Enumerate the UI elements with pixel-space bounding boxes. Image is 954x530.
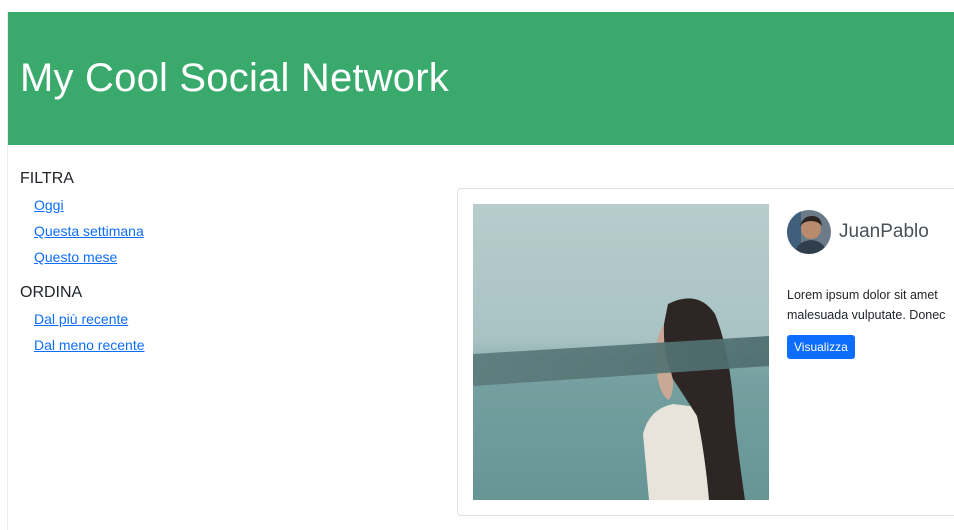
filter-heading: FILTRA — [20, 170, 74, 187]
post-photo — [473, 204, 769, 500]
post-text: Lorem ipsum dolor sit amet malesuada vul… — [787, 285, 954, 325]
view-button[interactable]: Visualizza — [787, 335, 855, 359]
post-author: JuanPablo — [787, 209, 954, 255]
sidebar: FILTRA Oggi Questa settimana Questo mese… — [20, 170, 320, 372]
post-image — [473, 204, 769, 500]
filter-item: Oggi — [34, 192, 320, 218]
sort-list: Dal più recente Dal meno recente — [20, 306, 320, 358]
sort-link-oldest[interactable]: Dal meno recente — [34, 337, 145, 353]
filter-item: Questo mese — [34, 244, 320, 270]
avatar-icon — [787, 210, 831, 254]
post-text-line: malesuada vulputate. Donec — [787, 308, 946, 322]
sort-link-newest[interactable]: Dal più recente — [34, 311, 128, 327]
avatar — [787, 210, 831, 254]
filter-link-month[interactable]: Questo mese — [34, 249, 117, 265]
author-name[interactable]: JuanPablo — [839, 221, 929, 243]
sort-item: Dal più recente — [34, 306, 320, 332]
sort-heading: ORDINA — [20, 284, 83, 301]
post-text-line: Lorem ipsum dolor sit amet — [787, 288, 938, 302]
filter-link-today[interactable]: Oggi — [34, 197, 64, 213]
post-body: JuanPablo Lorem ipsum dolor sit amet mal… — [787, 209, 954, 359]
site-title: My Cool Social Network — [20, 56, 449, 100]
sort-item: Dal meno recente — [34, 332, 320, 358]
filter-item: Questa settimana — [34, 218, 320, 244]
filter-list: Oggi Questa settimana Questo mese — [20, 192, 320, 270]
app-window: My Cool Social Network FILTRA Oggi Quest… — [8, 12, 954, 530]
filter-link-week[interactable]: Questa settimana — [34, 223, 144, 239]
post-card: JuanPablo Lorem ipsum dolor sit amet mal… — [457, 188, 954, 516]
site-header: My Cool Social Network — [8, 12, 954, 145]
